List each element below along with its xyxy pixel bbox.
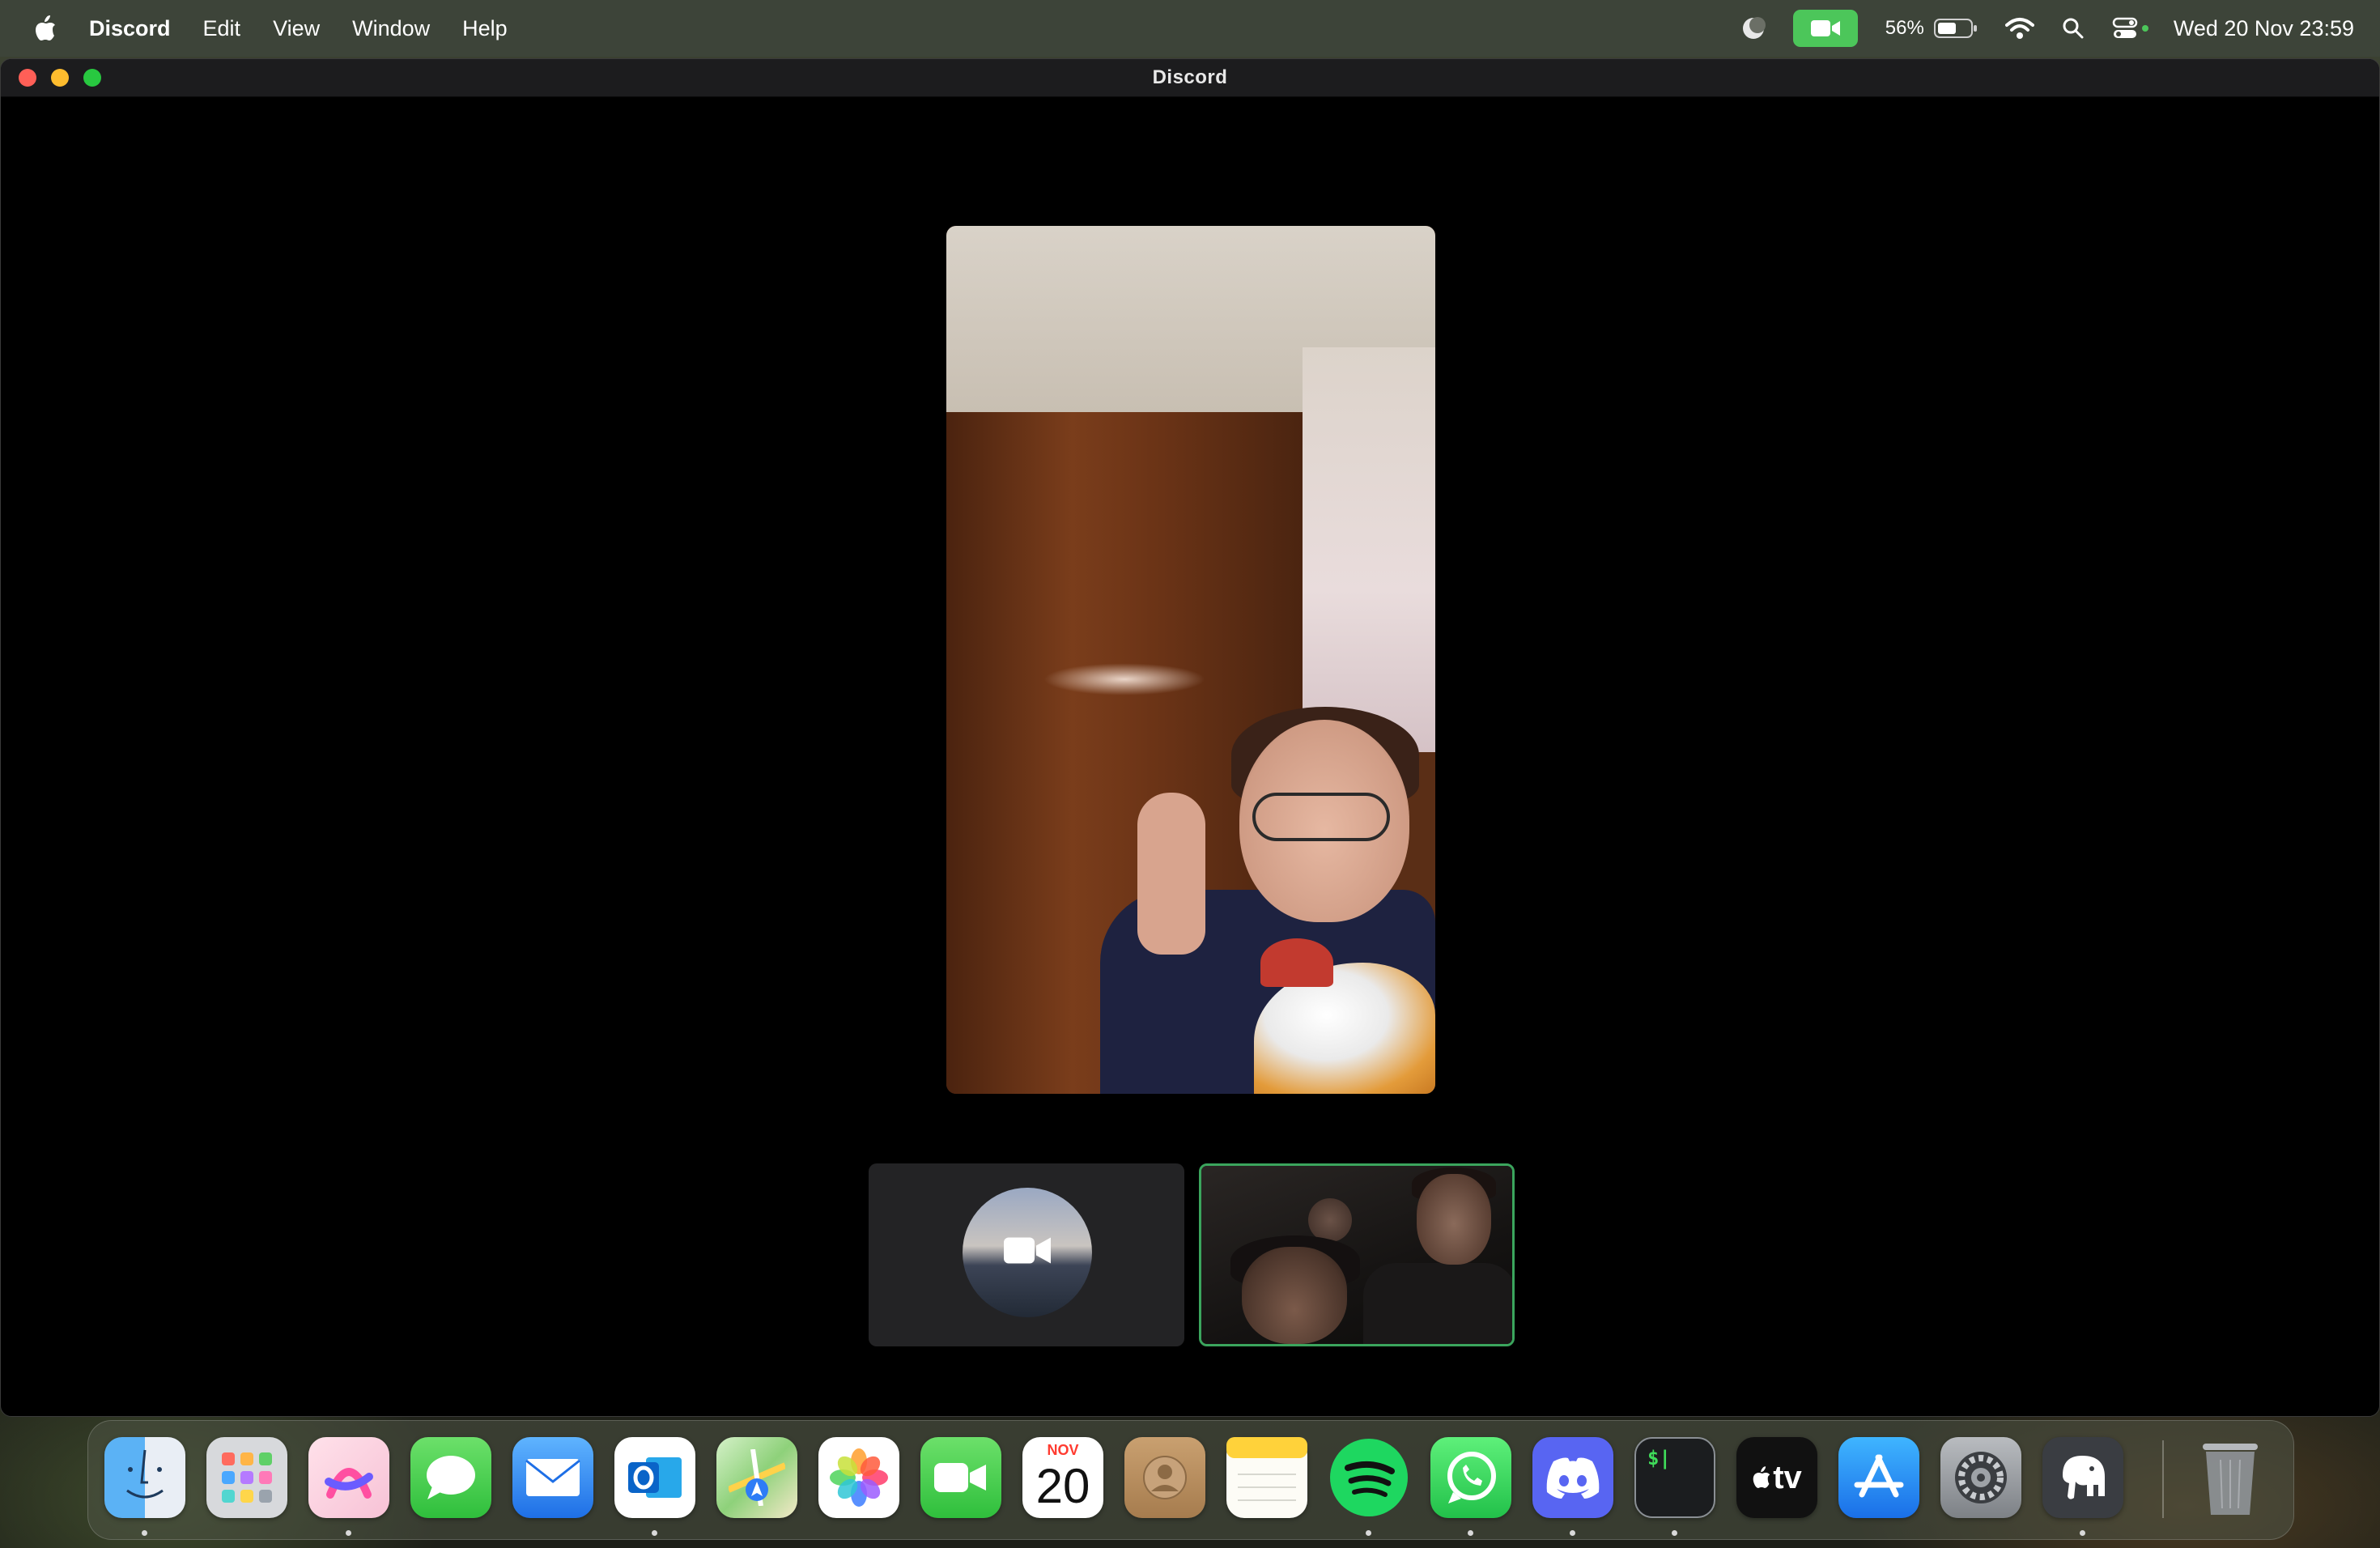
running-indicator bbox=[1570, 1530, 1575, 1536]
window-titlebar[interactable]: Discord bbox=[1, 59, 2379, 97]
system-settings-icon[interactable] bbox=[1940, 1437, 2021, 1518]
arc-browser-icon[interactable] bbox=[308, 1437, 389, 1518]
spotify-icon[interactable] bbox=[1328, 1437, 1409, 1518]
apple-menu-icon[interactable] bbox=[34, 15, 57, 42]
running-indicator bbox=[1468, 1530, 1473, 1536]
close-window-button[interactable] bbox=[19, 69, 36, 87]
trash-icon[interactable] bbox=[2190, 1437, 2271, 1518]
discord-icon[interactable] bbox=[1532, 1437, 1613, 1518]
speaking-video-tile[interactable] bbox=[1199, 1163, 1515, 1346]
launchpad-icon[interactable] bbox=[206, 1437, 287, 1518]
running-indicator bbox=[652, 1530, 657, 1536]
photos-icon[interactable] bbox=[818, 1437, 899, 1518]
contacts-icon[interactable] bbox=[1124, 1437, 1205, 1518]
running-indicator bbox=[346, 1530, 351, 1536]
maps-icon[interactable] bbox=[716, 1437, 797, 1518]
dock: NOV 20 $| tv bbox=[87, 1420, 2294, 1540]
thumbs-up-gesture bbox=[1137, 793, 1205, 955]
participant-video bbox=[1201, 1166, 1512, 1344]
discord-window: Discord bbox=[0, 58, 2380, 1417]
menu-bar: Discord Edit View Window Help 56% Wed 20… bbox=[0, 0, 2380, 57]
calendar-day: 20 bbox=[1035, 1459, 1090, 1513]
camera-in-use-icon[interactable] bbox=[1792, 10, 1858, 47]
battery-percent: 56% bbox=[1885, 17, 1924, 39]
minimize-window-button[interactable] bbox=[51, 69, 69, 87]
menu-clock[interactable]: Wed 20 Nov 23:59 bbox=[2174, 16, 2354, 41]
terminal-icon[interactable]: $| bbox=[1634, 1437, 1715, 1518]
running-indicator bbox=[2080, 1530, 2085, 1536]
running-indicator bbox=[142, 1530, 147, 1536]
avatar bbox=[963, 1188, 1092, 1317]
menu-window[interactable]: Window bbox=[352, 16, 430, 41]
terminal-prompt: $| bbox=[1647, 1447, 1671, 1469]
main-video-tile[interactable] bbox=[946, 226, 1435, 1094]
running-indicator bbox=[1366, 1530, 1371, 1536]
window-title: Discord bbox=[1152, 66, 1228, 88]
calendar-month: NOV bbox=[1047, 1442, 1079, 1458]
messages-icon[interactable] bbox=[410, 1437, 491, 1518]
battery-icon[interactable] bbox=[1933, 18, 1978, 39]
tableplus-icon[interactable] bbox=[2042, 1437, 2123, 1518]
spotlight-search-icon[interactable] bbox=[2062, 17, 2085, 40]
whatsapp-icon[interactable] bbox=[1430, 1437, 1511, 1518]
self-video-tile[interactable] bbox=[869, 1163, 1184, 1346]
menu-help[interactable]: Help bbox=[462, 16, 508, 41]
control-center-icon[interactable] bbox=[2112, 17, 2149, 40]
mail-icon[interactable] bbox=[512, 1437, 593, 1518]
menu-edit[interactable]: Edit bbox=[203, 16, 241, 41]
notes-icon[interactable] bbox=[1226, 1437, 1307, 1518]
fullscreen-window-button[interactable] bbox=[83, 69, 101, 87]
apple-tv-icon[interactable]: tv bbox=[1736, 1437, 1817, 1518]
wifi-icon[interactable] bbox=[2004, 17, 2034, 40]
focus-moon-icon[interactable] bbox=[1741, 16, 1766, 40]
video-camera-icon bbox=[1002, 1235, 1052, 1271]
menu-app-discord[interactable]: Discord bbox=[89, 16, 171, 41]
finder-icon[interactable] bbox=[104, 1437, 185, 1518]
dock-separator bbox=[2162, 1440, 2164, 1518]
menu-view[interactable]: View bbox=[273, 16, 320, 41]
facetime-icon[interactable] bbox=[920, 1437, 1001, 1518]
running-indicator bbox=[1672, 1530, 1677, 1536]
app-store-icon[interactable] bbox=[1838, 1437, 1919, 1518]
tv-label: tv bbox=[1773, 1459, 1802, 1495]
calendar-icon[interactable]: NOV 20 bbox=[1022, 1437, 1103, 1518]
outlook-icon[interactable] bbox=[614, 1437, 695, 1518]
